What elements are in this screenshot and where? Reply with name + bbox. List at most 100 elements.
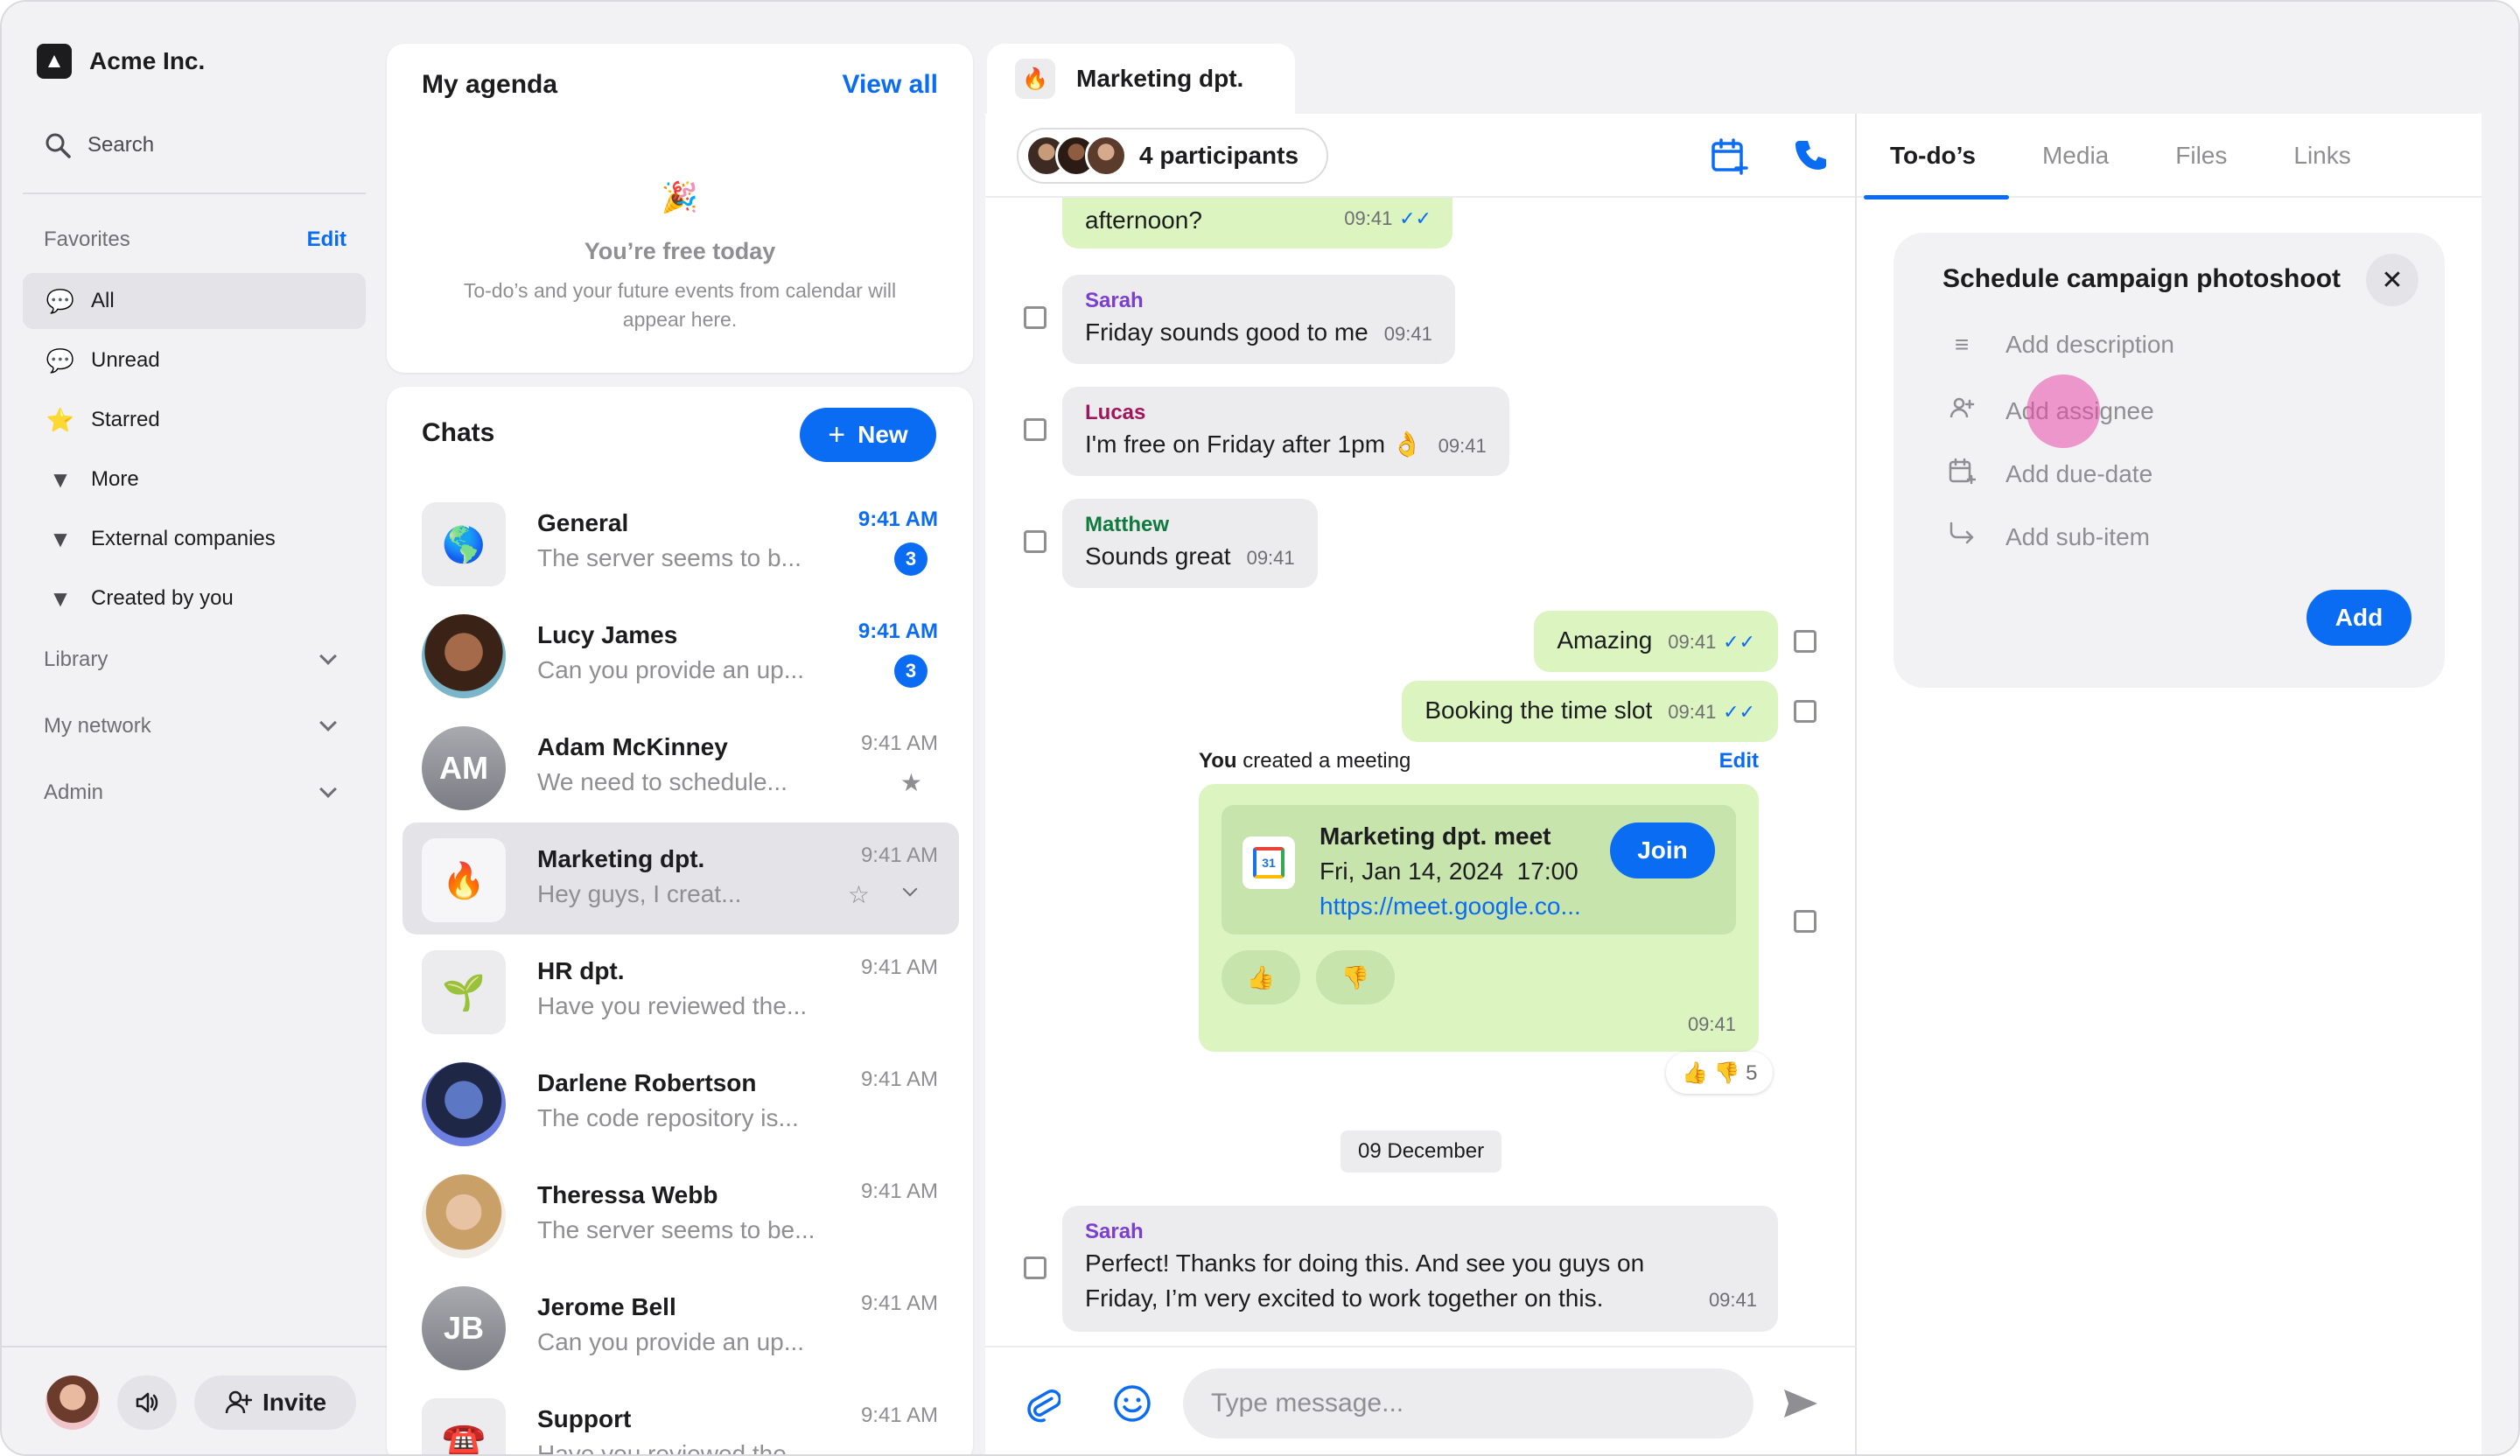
message-outgoing[interactable]: Amazing 09:41 ✓✓ <box>1534 611 1778 672</box>
chat-name: Marketing dpt. <box>537 845 705 872</box>
message-incoming[interactable]: Sarah Perfect! Thanks for doing this. An… <box>1062 1206 1778 1332</box>
todo-form: Schedule campaign photoshoot ✕ ≡ Add des… <box>1894 233 2445 688</box>
message-composer: Type message... <box>985 1346 1857 1454</box>
star-filled-icon[interactable]: ★ <box>900 768 922 797</box>
sidebar-item-more[interactable]: ▼ More <box>23 452 366 508</box>
chat-item-adam-mckinney[interactable]: AM Adam McKinney We need to schedule... … <box>402 710 959 822</box>
sidebar-item-created-by-you[interactable]: ▼ Created by you <box>23 570 366 626</box>
meeting-link[interactable]: https://meet.google.co... <box>1320 892 1581 920</box>
sidebar-item-label: Starred <box>91 408 160 431</box>
tab-links[interactable]: Links <box>2260 114 2384 198</box>
new-chat-button[interactable]: + New <box>800 408 936 462</box>
section-library[interactable]: Library <box>44 648 346 672</box>
paperclip-icon[interactable] <box>1026 1384 1062 1427</box>
select-checkbox[interactable] <box>1024 418 1046 441</box>
close-icon[interactable]: ✕ <box>2366 254 2418 306</box>
avatar <box>422 1174 506 1258</box>
select-checkbox[interactable] <box>1024 306 1046 329</box>
calendar-add-icon <box>1946 457 1978 491</box>
chat-time: 9:41 AM <box>858 620 938 643</box>
select-checkbox[interactable] <box>1794 700 1816 723</box>
tab-media[interactable]: Media <box>2009 114 2142 198</box>
tab-todos[interactable]: To-do’s <box>1857 114 2009 200</box>
chat-item-general[interactable]: 🌎 General The server seems to b... 9:41 … <box>402 486 959 598</box>
chat-time: 9:41 AM <box>860 844 938 867</box>
workspace-switcher[interactable]: ▲ Acme Inc. <box>37 44 205 79</box>
view-all-link[interactable]: View all <box>842 70 938 100</box>
search-icon <box>46 133 71 158</box>
chat-item-marketing-dpt[interactable]: 🔥 Marketing dpt. Hey guys, I creat... 9:… <box>402 822 959 934</box>
sidebar-item-all[interactable]: 💬 All <box>23 273 366 329</box>
message-input[interactable]: Type message... <box>1183 1368 1754 1438</box>
tab-files[interactable]: Files <box>2142 114 2260 198</box>
calendar-add-icon[interactable] <box>1710 136 1748 184</box>
caret-down-icon: ▼ <box>49 466 72 493</box>
join-button[interactable]: Join <box>1610 822 1715 878</box>
unread-badge: 3 <box>894 542 928 576</box>
text-lines-icon: ≡ <box>1954 331 1970 358</box>
message-incoming[interactable]: Lucas I'm free on Friday after 1pm 👌 09:4… <box>1062 387 1509 476</box>
select-checkbox[interactable] <box>1024 1256 1046 1279</box>
sound-button[interactable] <box>117 1376 177 1430</box>
chat-name: Theressa Webb <box>537 1181 718 1208</box>
avatar <box>422 614 506 698</box>
favorites-edit-link[interactable]: Edit <box>307 228 346 252</box>
chat-preview: Can you provide an up... <box>537 1328 805 1355</box>
emoji-icon[interactable] <box>1113 1384 1152 1427</box>
sidebar-search[interactable]: Search <box>44 131 154 159</box>
participants-button[interactable]: 4 participants <box>1017 128 1329 184</box>
chat-item-jerome-bell[interactable]: JB Jerome Bell Can you provide an up... … <box>402 1270 959 1382</box>
chat-item-support[interactable]: ☎️ Support Have you reviewed the... 9:41… <box>402 1382 959 1454</box>
sidebar-item-starred[interactable]: ⭐ Starred <box>23 392 366 448</box>
chat-time: 9:41 AM <box>860 732 938 755</box>
message-sender: Matthew <box>1085 513 1169 536</box>
select-checkbox[interactable] <box>1794 630 1816 653</box>
select-checkbox[interactable] <box>1794 910 1816 933</box>
section-admin[interactable]: Admin <box>44 780 346 805</box>
fire-icon: 🔥 <box>422 838 506 922</box>
add-description-field[interactable]: ≡ Add description <box>1946 331 2174 359</box>
party-popper-icon: 🎉 <box>661 181 699 214</box>
favorites-header: Favorites Edit <box>44 228 346 252</box>
chats-card: Chats + New 🌎 General The server seems t… <box>387 387 973 1454</box>
invite-button[interactable]: Invite <box>194 1376 357 1430</box>
message-incoming[interactable]: Sarah Friday sounds good to me 09:41 <box>1062 275 1455 364</box>
unread-bubble-icon: 💬 <box>46 346 75 374</box>
sidebar-item-unread[interactable]: 💬 Unread <box>23 332 366 388</box>
thumbs-down-react-button[interactable]: 👎 <box>1316 950 1395 1004</box>
meeting-edit-link[interactable]: Edit <box>1719 749 1759 774</box>
add-sub-item-field[interactable]: Add sub-item <box>1946 520 2150 554</box>
seedling-icon: 🌱 <box>422 950 506 1034</box>
todo-title[interactable]: Schedule campaign photoshoot <box>1942 264 2341 294</box>
chat-name: Adam McKinney <box>537 733 728 760</box>
avatar: AM <box>422 726 506 810</box>
select-checkbox[interactable] <box>1024 530 1046 553</box>
add-todo-button[interactable]: Add <box>2306 590 2412 646</box>
reactions-summary[interactable]: 👍 👎 5 <box>1666 1052 1774 1094</box>
speaker-icon <box>136 1392 158 1413</box>
chevron-down-icon[interactable] <box>902 881 918 897</box>
user-avatar[interactable] <box>46 1376 100 1430</box>
field-label: Add due-date <box>2006 459 2153 487</box>
chat-item-theressa-webb[interactable]: Theressa Webb The server seems to be... … <box>402 1158 959 1270</box>
phone-icon[interactable] <box>1794 136 1832 184</box>
section-my-network[interactable]: My network <box>44 714 346 738</box>
sidebar-item-external-companies[interactable]: ▼ External companies <box>23 511 366 567</box>
message-incoming[interactable]: Matthew Sounds great 09:41 <box>1062 499 1318 588</box>
agenda-empty-title: You’re free today <box>584 238 776 264</box>
section-label: Admin <box>44 780 104 804</box>
send-icon[interactable] <box>1782 1386 1820 1425</box>
tab-marketing-dpt[interactable]: 🔥 Marketing dpt. <box>987 44 1295 114</box>
message-meta: 09:41 ✓✓ <box>1328 200 1432 236</box>
meeting-notice: You created a meeting Edit <box>1199 749 1759 774</box>
chat-item-lucy-james[interactable]: Lucy James Can you provide an up... 9:41… <box>402 598 959 710</box>
app-window: ▲ Acme Inc. Search Favorites Edit 💬 All … <box>0 0 2520 1456</box>
star-outline-icon[interactable]: ☆ <box>848 880 870 909</box>
chat-item-hr-dpt[interactable]: 🌱 HR dpt. Have you reviewed the... 9:41 … <box>402 934 959 1046</box>
message-sender: Sarah <box>1085 289 1144 312</box>
message-outgoing[interactable]: Booking the time slot 09:41 ✓✓ <box>1402 681 1778 742</box>
chat-item-darlene-robertson[interactable]: Darlene Robertson The code repository is… <box>402 1046 959 1158</box>
section-label: Library <box>44 648 108 671</box>
add-due-date-field[interactable]: Add due-date <box>1946 457 2152 491</box>
thumbs-up-react-button[interactable]: 👍 <box>1222 950 1300 1004</box>
